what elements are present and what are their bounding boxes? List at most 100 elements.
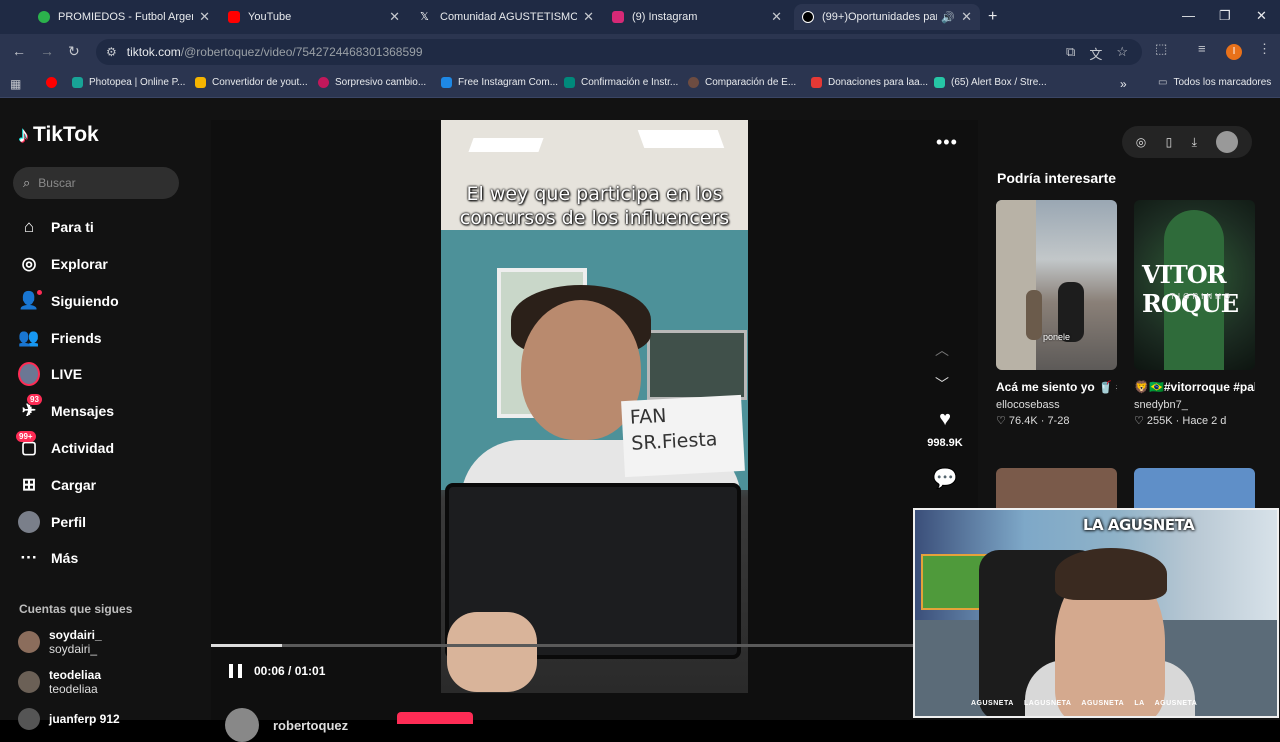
maximize-icon[interactable]: ❐ — [1219, 8, 1231, 24]
browser-tab[interactable]: (9) Instagram ✕ — [604, 4, 790, 30]
comment-button[interactable]: 💬 6388 — [922, 466, 968, 494]
sign-text: SR.Fiesta — [630, 428, 718, 455]
tab-title: (9) Instagram — [632, 11, 698, 23]
nav-upload[interactable]: ⊞ Cargar — [18, 471, 96, 499]
bookmark-item[interactable]: Comparación de E... — [688, 77, 796, 88]
reload-icon[interactable]: ↻ — [68, 43, 80, 60]
following-section-title: Cuentas que sigues — [19, 602, 133, 616]
bookmark-star-icon[interactable]: ☆ — [1116, 44, 1128, 63]
bookmark-favicon-icon — [441, 77, 452, 88]
like-button[interactable]: ♥ 998.9K — [922, 408, 968, 449]
video-scene-board — [647, 330, 747, 400]
bookmark-item[interactable]: Confirmación e Instr... — [564, 77, 678, 88]
account-avatar — [18, 671, 40, 693]
site-info-icon[interactable]: ⚙ — [106, 45, 117, 59]
close-icon[interactable]: ✕ — [199, 9, 210, 25]
search-input[interactable] — [38, 176, 159, 190]
tab-title: (99+)Oportunidades para q — [822, 11, 937, 23]
suggested-video-description: 🦁🇧🇷#vitorroque #palmeiras... — [1134, 380, 1255, 394]
all-bookmarks-button[interactable]: ▭ Todos los marcadores — [1158, 77, 1271, 88]
previous-video-icon[interactable]: ︿ — [935, 340, 949, 360]
cast-icon[interactable]: ⧉ — [1066, 44, 1075, 63]
video-scene-hand — [447, 612, 537, 692]
video-frame[interactable]: FAN SR.Fiesta El wey que participa en lo… — [441, 120, 748, 693]
following-account[interactable]: soydairi_ soydairi_ — [18, 628, 102, 656]
bookmark-item[interactable]: (65) Alert Box / Stre... — [934, 77, 1047, 88]
bookmark-favicon-icon — [72, 77, 83, 88]
bookmark-item[interactable]: Free Instagram Com... — [441, 77, 558, 88]
bookmark-item[interactable]: Photopea | Online P... — [72, 77, 185, 88]
bookmarks-bar: ▦ Photopea | Online P... Convertidor de … — [0, 70, 1280, 98]
window-close-icon[interactable]: ✕ — [1256, 8, 1267, 24]
suggested-video-thumbnail-partial[interactable] — [996, 468, 1117, 508]
bookmark-label: (65) Alert Box / Stre... — [951, 77, 1047, 88]
nav-profile[interactable]: Perfil — [18, 508, 86, 536]
chrome-menu-icon[interactable]: ⋮ — [1258, 41, 1271, 57]
video-author[interactable]: robertoquez — [225, 708, 348, 742]
extensions-icon[interactable]: ⬚ — [1155, 41, 1167, 57]
bookmarks-overflow-button[interactable]: » — [1120, 77, 1127, 91]
pause-icon[interactable] — [229, 664, 242, 678]
close-icon[interactable]: ✕ — [583, 9, 594, 25]
coins-icon[interactable]: ◎ — [1136, 135, 1146, 149]
media-controls-icon[interactable]: ≡ — [1198, 41, 1206, 56]
bookmark-favicon-icon — [688, 77, 699, 88]
video-progress-fill — [211, 644, 282, 647]
browser-tab[interactable]: 𝕏 Comunidad AGUSTETISMO (SU ✕ — [412, 4, 602, 30]
bookmark-label: Donaciones para laa... — [828, 77, 929, 88]
close-icon[interactable]: ✕ — [389, 9, 400, 25]
browser-toolbar: ← → ↻ ⚙ tiktok.com/@robertoquez/video/75… — [0, 34, 1280, 70]
bookmark-item[interactable] — [46, 77, 63, 88]
browser-tab[interactable]: PROMIEDOS - Futbol Argentino ✕ — [30, 4, 218, 30]
close-icon[interactable]: ✕ — [961, 9, 972, 25]
account-handle: teodeliaa — [49, 682, 98, 696]
minimize-icon[interactable]: — — [1182, 8, 1195, 23]
bookmark-item[interactable]: Donaciones para laa... — [811, 77, 928, 88]
back-arrow-icon[interactable]: ← — [12, 43, 26, 59]
bookmark-item[interactable]: Sorpresivo cambio... — [318, 77, 426, 88]
nav-for-you[interactable]: ⌂ Para ti — [18, 213, 94, 241]
video-sign: FAN SR.Fiesta — [621, 394, 745, 478]
apps-grid-icon[interactable]: ▦ — [10, 77, 21, 91]
nav-activity[interactable]: ▢ 99+ Actividad — [16, 431, 115, 462]
address-bar[interactable]: ⚙ tiktok.com/@robertoquez/video/75427244… — [96, 39, 1142, 65]
profile-avatar[interactable]: I — [1226, 44, 1242, 60]
browser-tab-active[interactable]: (99+)Oportunidades para q 🔊 ✕ — [794, 4, 980, 30]
speaker-icon[interactable]: 🔊 — [941, 11, 955, 24]
more-options-icon[interactable]: ••• — [936, 132, 958, 153]
tiktok-logo[interactable]: ♪ TikTok — [18, 122, 99, 148]
browser-tab[interactable]: YouTube ✕ — [220, 4, 408, 30]
tab-title: PROMIEDOS - Futbol Argentino — [58, 11, 193, 23]
nav-more[interactable]: ··· Más — [18, 544, 79, 572]
following-account[interactable]: teodeliaa teodeliaa — [18, 668, 101, 696]
suggested-video-user: snedybn7_ — [1134, 399, 1188, 411]
suggested-video-thumbnail-partial[interactable] — [1134, 468, 1255, 508]
nav-live[interactable]: LIVE — [18, 360, 82, 388]
video-scene-light — [637, 130, 725, 148]
video-scene-light — [468, 138, 544, 152]
device-icon[interactable]: ▯ — [1166, 135, 1173, 149]
follow-button[interactable] — [397, 712, 473, 724]
nav-label: Siguiendo — [51, 293, 119, 309]
nav-messages[interactable]: ✈ 93 Mensajes — [18, 394, 114, 425]
author-avatar — [225, 708, 259, 742]
nav-explore[interactable]: ◎ Explorar — [18, 250, 108, 278]
search-box[interactable]: ⌕ — [13, 167, 179, 199]
nav-following[interactable]: 👤 Siguiendo — [18, 287, 119, 315]
close-icon[interactable]: ✕ — [771, 9, 782, 25]
bookmark-favicon-icon — [934, 77, 945, 88]
suggested-video-card[interactable]: VITOR ROQUE TIGRINHO 🦁🇧🇷#vitorroque #pal… — [1134, 200, 1255, 427]
suggested-video-user: ellocosebass — [996, 399, 1060, 411]
download-icon[interactable]: ⤓ — [1192, 135, 1197, 150]
following-account[interactable]: juanferp 912 — [18, 708, 120, 730]
suggested-video-card[interactable]: ponele Acá me siento yo 🥤 #humor #broma.… — [996, 200, 1117, 427]
translate-icon[interactable]: 文 — [1089, 44, 1102, 63]
next-video-icon[interactable]: ﹀ — [935, 374, 949, 394]
user-avatar[interactable] — [1216, 131, 1239, 153]
new-tab-button[interactable]: + — [988, 8, 997, 26]
nav-friends[interactable]: 👥 Friends — [18, 324, 101, 352]
bookmark-item[interactable]: Convertidor de yout... — [195, 77, 308, 88]
video-progress-bar[interactable] — [211, 644, 916, 647]
nav-label: Actividad — [51, 440, 115, 456]
forward-arrow-icon[interactable]: → — [40, 43, 54, 59]
